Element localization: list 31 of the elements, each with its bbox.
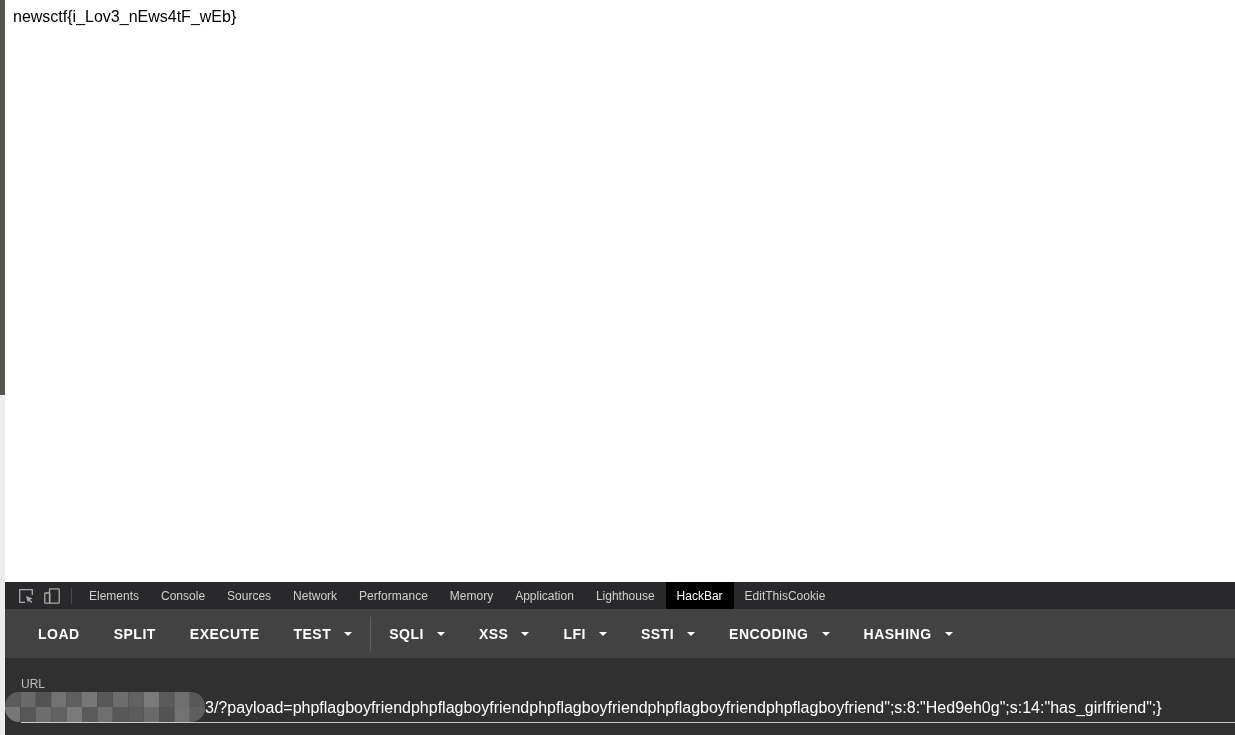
caret-icon [598, 631, 607, 636]
dropdown-button[interactable]: TEST [277, 615, 369, 652]
devtools-tab[interactable]: Performance [348, 582, 439, 609]
action-button[interactable]: EXECUTE [173, 615, 276, 652]
caret-icon [436, 631, 445, 636]
page-text: newsctf{i_Lov3_nEws4tF_wEb} [13, 8, 237, 26]
dropdown-button[interactable]: ENCODING [713, 615, 846, 652]
devtools-tab[interactable]: Lighthouse [584, 582, 666, 609]
caret-icon [521, 631, 530, 636]
device-toolbar-icon[interactable] [44, 587, 60, 604]
action-button[interactable]: LOAD [22, 615, 96, 652]
devtools-tab[interactable]: Elements [78, 582, 151, 609]
devtools-tab[interactable]: Network [282, 582, 349, 609]
dropdown-button[interactable]: HASHING [847, 615, 969, 652]
devtools-tab[interactable]: Sources [216, 582, 283, 609]
devtools-tab[interactable]: EditThisCookie [733, 582, 837, 609]
devtools-tab[interactable]: Console [150, 582, 217, 609]
caret-icon [687, 631, 696, 636]
dropdown-button[interactable]: XSS [462, 615, 546, 652]
dropdown-button[interactable]: SQLI [373, 615, 461, 652]
caret-icon [821, 631, 830, 636]
devtools-tab[interactable]: HackBar [665, 582, 734, 609]
inspect-icon[interactable] [18, 587, 34, 604]
url-label: URL [21, 677, 45, 691]
caret-icon [944, 631, 953, 636]
devtools-tab[interactable]: Memory [438, 582, 505, 609]
dropdown-button[interactable]: SSTI [624, 615, 712, 652]
action-button[interactable]: SPLIT [97, 615, 172, 652]
caret-icon [344, 631, 353, 636]
dropdown-button[interactable]: LFI [547, 615, 623, 652]
devtools-tab[interactable]: Application [504, 582, 585, 609]
